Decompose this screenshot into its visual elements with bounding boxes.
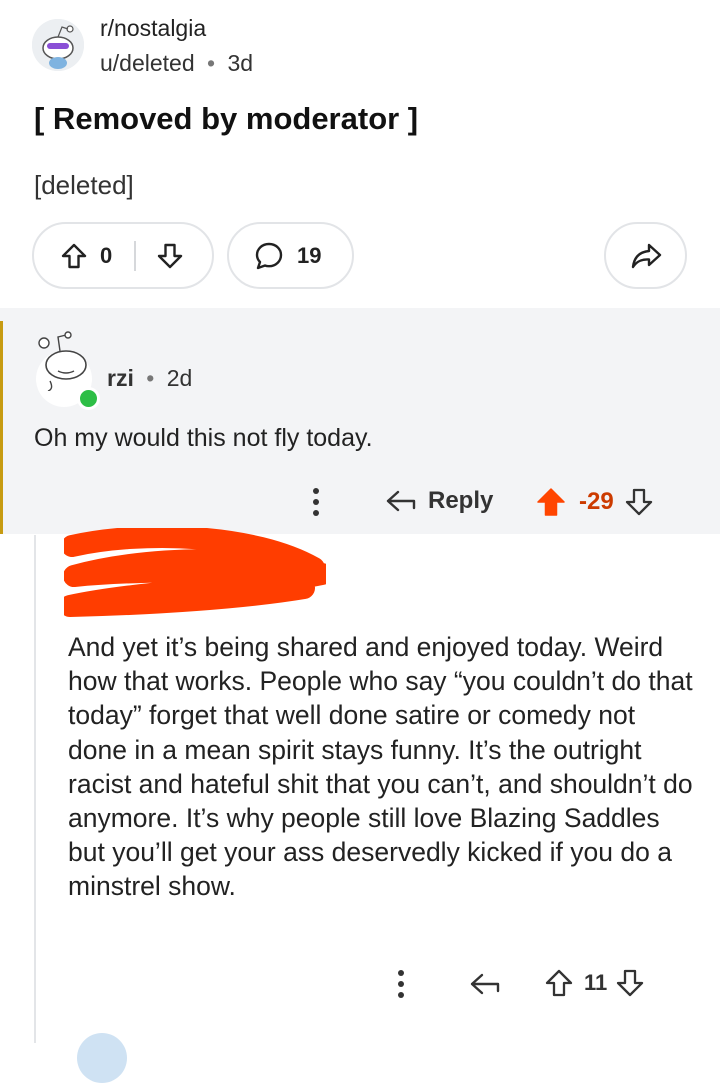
reply-label: Reply [428,487,494,514]
comment-vote: -29 [535,486,654,518]
comment-meta: rzi • 2d [107,365,192,392]
comment-age: 2d [166,365,193,391]
reply-vote: 11 [544,968,645,998]
snoo-avatar-icon [38,331,87,392]
arrow-up-icon [61,243,87,268]
comment-upvote-button[interactable] [535,486,567,518]
arrow-down-icon [625,488,652,516]
comment-body: Oh my would this not fly today. [34,424,373,452]
thread-line [34,535,36,1043]
comments-button[interactable]: 19 [227,222,354,289]
arrow-up-icon [545,969,573,997]
share-arrow-icon [631,243,661,268]
reply-upvote-button[interactable] [544,968,574,998]
reply-body: And yet it’s being shared and enjoyed to… [68,632,693,902]
subreddit-avatar[interactable] [32,19,84,71]
highlight-bar [0,321,3,534]
filled-arrow-up-icon [537,488,565,516]
post-score: 0 [100,242,113,268]
downvote-button[interactable] [156,242,184,270]
post-body: [deleted] [34,170,134,200]
vertical-dots-icon [398,970,404,998]
comment-count: 19 [297,242,322,268]
comment-downvote-button[interactable] [624,487,654,517]
subreddit-name[interactable]: r/nostalgia [100,15,206,42]
comment-username[interactable]: rzi [107,365,134,391]
post-author[interactable]: u/deleted [100,50,195,76]
upvote-button[interactable] [60,242,88,270]
vote-pill: 0 [32,222,214,289]
reply-score: 11 [584,970,608,995]
post-title[interactable]: [ Removed by moderator ] [34,101,418,137]
redaction-scribble [59,525,333,618]
vertical-dots-icon [313,488,319,516]
reply-downvote-button[interactable] [615,968,645,998]
snoo-avatar-icon [32,19,84,71]
reply-arrow-icon [386,490,416,512]
online-status-dot [77,387,100,410]
share-button[interactable] [604,222,687,289]
post-age: 3d [227,50,254,76]
reply-more-button[interactable] [391,966,411,1002]
speech-bubble-icon [255,242,283,269]
arrow-down-icon [158,243,183,268]
reply-reply-button[interactable] [468,969,502,999]
arrow-down-icon [617,969,644,997]
comment-score: -29 [579,488,614,515]
meta-separator: • [146,365,155,391]
post-meta: u/deleted • 3d [100,50,253,77]
next-comment-avatar[interactable] [77,1033,127,1083]
comment-more-button[interactable] [306,484,326,520]
meta-separator: • [207,50,216,76]
comment-reply-button[interactable]: Reply [384,486,493,516]
vote-divider [134,240,137,271]
redaction-scribble-shape [59,525,333,617]
reply-arrow-icon [470,973,500,995]
